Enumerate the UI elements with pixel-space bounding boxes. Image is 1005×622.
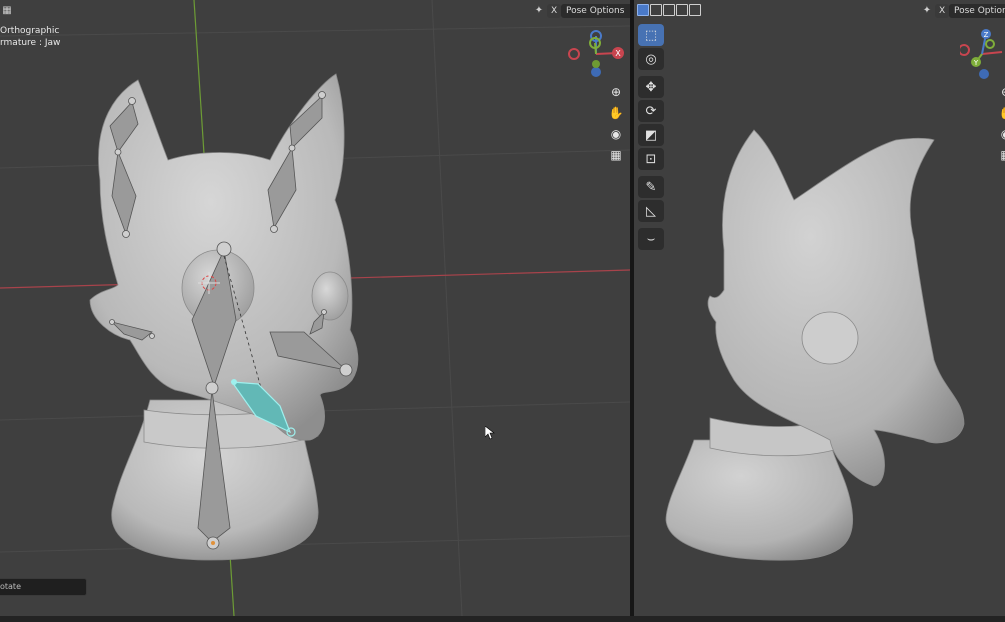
gizmo-neg-z-handle (591, 67, 601, 77)
bone-icon[interactable]: ✦ (920, 4, 934, 18)
svg-text:Y: Y (973, 59, 979, 67)
camera-icon[interactable]: ◉ (606, 124, 626, 144)
bone-bend-icon[interactable]: ⌣ (638, 228, 664, 250)
svg-text:Z: Z (984, 31, 989, 39)
blender-window: ▦ ✦ X Pose Options ⌄ Orthographic rmatur… (0, 0, 1005, 622)
navigation-gizmo-right[interactable]: Z Y (960, 28, 1005, 88)
bone-icon[interactable]: ✦ (532, 4, 546, 18)
pose-options-dropdown[interactable]: Pose Options (949, 4, 1005, 18)
navigation-gizmo[interactable]: X (568, 28, 624, 88)
left-nav-buttons: ⊕ ✋ ◉ ▦ (606, 82, 626, 166)
select-subtract-icon[interactable] (663, 4, 675, 16)
fox-head-mesh-right (665, 129, 965, 561)
gizmo-neg-y-handle (985, 39, 995, 49)
cursor-icon[interactable]: ◎ (638, 48, 664, 70)
mouse-cursor-icon (485, 426, 495, 440)
gizmo-neg-x-handle (568, 48, 580, 60)
selection-mode-buttons[interactable] (637, 4, 701, 18)
tool-shelf: ⬚ ◎ ✥ ⟳ ◩ ⊡ ✎ ◺ ⌣ (638, 24, 664, 252)
right-viewport-header: ✦ X Pose Options (634, 0, 1005, 22)
pose-options-dropdown[interactable]: Pose Options ⌄ (561, 4, 630, 18)
grid-icon[interactable]: ▦ (996, 145, 1005, 165)
select-extend-icon[interactable] (650, 4, 662, 16)
left-3d-viewport[interactable]: ▦ ✦ X Pose Options ⌄ Orthographic rmatur… (0, 0, 630, 616)
hand-pan-icon[interactable]: ✋ (606, 103, 626, 123)
rotate-icon[interactable]: ⟳ (638, 100, 664, 122)
measure-icon[interactable]: ◺ (638, 200, 664, 222)
mirror-x-toggle[interactable]: X (935, 4, 950, 18)
origin-point (211, 541, 215, 545)
move-icon[interactable]: ✥ (638, 76, 664, 98)
right-3d-viewport[interactable]: ✦ X Pose Options ⬚ ◎ ✥ ⟳ ◩ ⊡ ✎ ◺ ⌣ Z Y (634, 0, 1005, 616)
editor-type-icon[interactable]: ▦ (0, 4, 14, 18)
select-intersect-icon[interactable] (689, 4, 701, 16)
gizmo-neg-z-handle (979, 69, 989, 79)
hand-pan-icon[interactable]: ✋ (996, 103, 1005, 123)
scale-icon[interactable]: ◩ (638, 124, 664, 146)
gizmo-neg-y-handle (592, 60, 600, 68)
gizmo-neg-x-handle (960, 44, 970, 56)
active-object-label: rmature : Jaw (0, 38, 61, 48)
pose-options-label: Pose Options (566, 6, 625, 16)
annotate-icon[interactable]: ✎ (638, 176, 664, 198)
select-box-icon[interactable]: ⬚ (638, 24, 664, 46)
right-viewport-scene[interactable] (634, 0, 1005, 616)
transform-icon[interactable]: ⊡ (638, 148, 664, 170)
camera-icon[interactable]: ◉ (996, 124, 1005, 144)
last-operator-panel[interactable]: otate (0, 578, 87, 596)
select-invert-icon[interactable] (676, 4, 688, 16)
zoom-icon[interactable]: ⊕ (606, 82, 626, 102)
grid-icon[interactable]: ▦ (606, 145, 626, 165)
right-nav-buttons: ⊕ ✋ ◉ ▦ (996, 82, 1005, 166)
select-new-icon[interactable] (637, 4, 649, 16)
left-viewport-scene[interactable] (0, 0, 630, 616)
left-viewport-header: ▦ ✦ X Pose Options ⌄ (0, 0, 630, 22)
status-bar (0, 616, 1005, 622)
svg-text:X: X (615, 49, 621, 58)
zoom-icon[interactable]: ⊕ (996, 82, 1005, 102)
view-mode-label: Orthographic (0, 26, 60, 36)
mirror-x-toggle[interactable]: X (547, 4, 562, 18)
